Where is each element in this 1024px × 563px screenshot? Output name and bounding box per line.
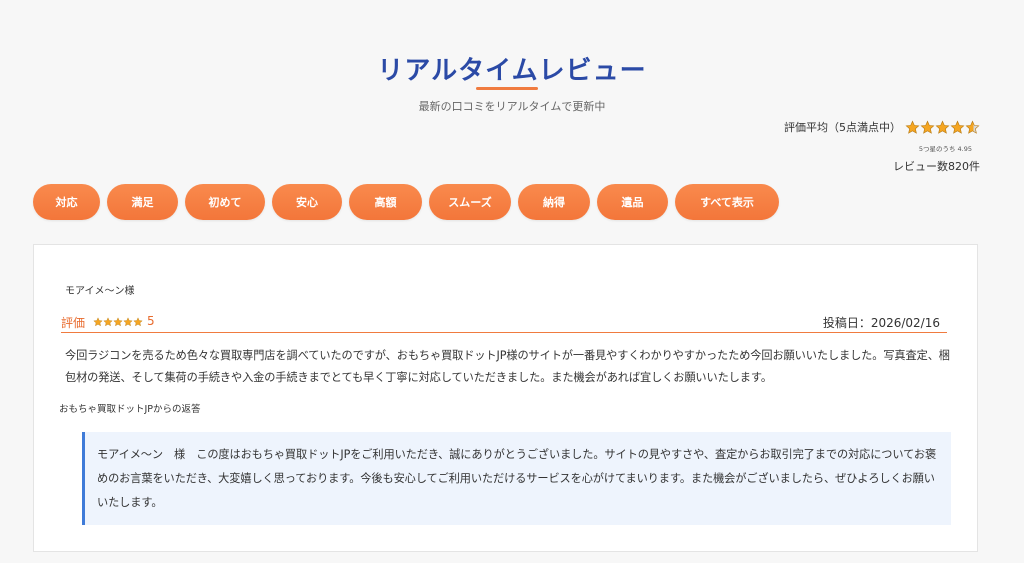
tag-button[interactable]: 納得 [518,184,590,220]
tag-button[interactable]: 対応 [33,184,100,220]
review-card: モアイメ～ン様 評価 5 投稿日：2026/02/16 今回ラジコンを売るため色… [33,244,978,552]
tag-button[interactable]: 初めて [185,184,265,220]
star-icon [103,317,113,327]
tag-button[interactable]: すべて表示 [675,184,779,220]
star-icon [950,119,965,134]
evaluation-score: 5 [147,314,155,328]
rating-summary: 評価平均（5点満点中） 5つ星のうち 4.95 レビュー数820件 [720,119,980,174]
page-subtitle: 最新の口コミをリアルタイムで更新中 [418,100,606,113]
tag-button[interactable]: 遺品 [597,184,668,220]
review-stars [93,317,143,327]
star-icon [920,119,935,134]
tag-button[interactable]: スムーズ [429,184,511,220]
star-icon [965,119,980,134]
reply-text: モアイメ～ン 様 この度はおもちゃ買取ドットJPをご利用いただき、誠にありがとう… [97,448,937,509]
reply-heading: おもちゃ買取ドットJPからの返答 [59,404,201,415]
title-underline [476,87,538,90]
star-icon [905,119,920,134]
review-count: レビュー数820件 [893,160,980,173]
tag-button[interactable]: 高額 [349,184,422,220]
rating-average-label: 評価平均（5点満点中） [784,121,901,134]
star-icon [93,317,103,327]
star-icon [123,317,133,327]
evaluation-label: 評価 [61,316,86,330]
tag-filter-bar: 対応 満足 初めて 安心 高額 スムーズ 納得 遺品 すべて表示 [33,184,779,220]
post-date: 投稿日：2026/02/16 [822,316,940,330]
star-icon [935,119,950,134]
review-body: 今回ラジコンを売るため色々な買取専門店を調べていたのですが、おもちゃ買取ドットJ… [65,349,950,384]
tag-button[interactable]: 満足 [107,184,178,220]
reply-box: モアイメ～ン 様 この度はおもちゃ買取ドットJPをご利用いただき、誠にありがとう… [82,432,951,525]
evaluation-row: 評価 5 投稿日：2026/02/16 [61,314,947,333]
tag-button[interactable]: 安心 [272,184,342,220]
star-icon [133,317,143,327]
rating-stars [905,119,980,135]
reviewer-name: モアイメ～ン様 [65,286,135,297]
page-title: リアルタイムレビュー [377,56,647,86]
rating-out-of-text: 5つ星のうち 4.95 [918,145,972,153]
star-icon [113,317,123,327]
